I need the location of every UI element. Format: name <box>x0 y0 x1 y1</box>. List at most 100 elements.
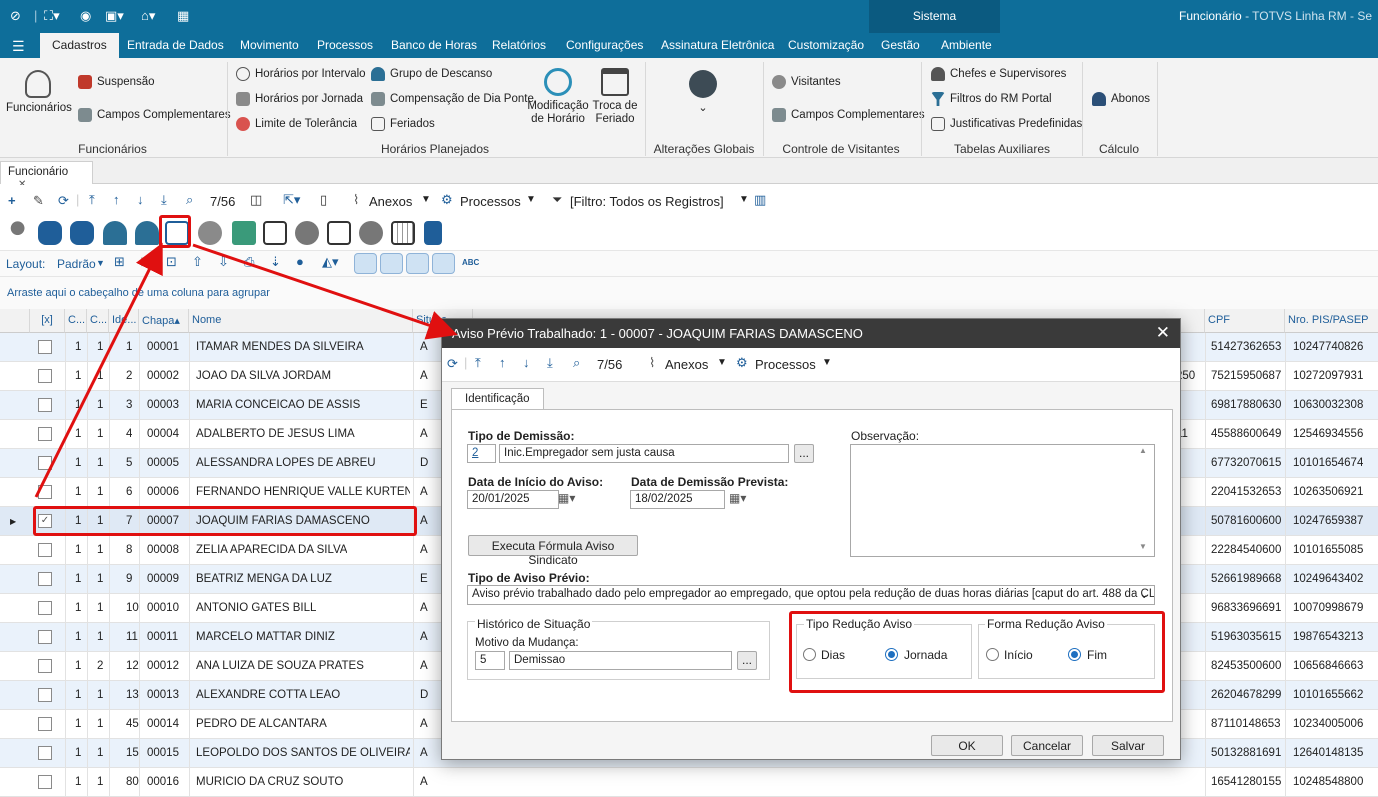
org-chart-icon[interactable]: ⛶▾ <box>44 8 60 24</box>
filter-icon[interactable]: ⏷ <box>552 192 562 208</box>
chevron-down-icon[interactable]: ▼ <box>526 194 536 205</box>
executa-formula-button[interactable]: Executa Fórmula Aviso Sindicato <box>468 535 638 567</box>
home-icon[interactable]: ⌂▾ <box>141 8 155 24</box>
motivo-code-input[interactable]: 5 <box>475 651 505 670</box>
calendar-dropdown-icon[interactable]: ▦▾ <box>558 491 575 505</box>
tipo-demissao-code-input[interactable]: 2 <box>467 444 496 463</box>
tab-customizacao[interactable]: Customização <box>788 38 864 52</box>
justificativas-button[interactable]: Justificativas Predefinidas <box>931 117 1082 131</box>
grid-header-col2[interactable]: C... <box>87 309 109 333</box>
troca-feriado-button[interactable]: Troca de Feriado <box>591 68 639 126</box>
row-checkbox[interactable] <box>38 369 52 383</box>
view-detail-icon[interactable] <box>432 253 455 274</box>
anexos-button[interactable]: Anexos <box>369 194 412 209</box>
tipo-aviso-select[interactable]: Aviso prévio trabalhado dado pelo empreg… <box>467 585 1155 605</box>
chevron-down-icon[interactable]: ▼ <box>717 357 727 368</box>
grid-header-select[interactable]: [x] <box>30 309 65 333</box>
scroll-down-icon[interactable]: ▼ <box>1139 542 1147 551</box>
table-row[interactable]: 1 1 80 00016 MURICIO DA CRUZ SOUTO A 165412801… <box>0 768 1378 797</box>
view-icon[interactable]: ◉ <box>80 8 91 24</box>
grid-header-nome[interactable]: Nome <box>189 309 413 333</box>
visitantes-campos-button[interactable]: Campos Complementares <box>772 108 925 122</box>
feriados-button[interactable]: Feriados <box>371 117 435 131</box>
previous-record-icon[interactable]: ↑ <box>113 192 120 207</box>
people-icon[interactable] <box>295 221 319 245</box>
refresh-icon[interactable]: ⟳ <box>58 193 69 209</box>
save-button[interactable]: Salvar <box>1092 735 1164 756</box>
abonos-button[interactable]: Abonos <box>1092 92 1150 106</box>
tab-banco-de-horas[interactable]: Banco de Horas <box>391 38 477 52</box>
next-record-icon[interactable]: ↓ <box>523 355 530 370</box>
tab-processos[interactable]: Processos <box>317 38 373 52</box>
layout-save-icon[interactable]: ⊡ <box>166 254 177 270</box>
envelope-icon[interactable] <box>232 221 256 245</box>
document-icon[interactable]: ▯ <box>320 192 327 208</box>
grid-icon[interactable]: ▦ <box>177 8 189 24</box>
view-compact-icon[interactable] <box>354 253 377 274</box>
remove-person-icon[interactable] <box>8 221 32 245</box>
motivo-desc-input[interactable]: Demissao <box>509 651 732 670</box>
refresh-icon[interactable]: ⟳ <box>447 356 458 372</box>
campos-complementares-button[interactable]: Campos Complementares <box>78 108 231 122</box>
panel-icon[interactable]: ◫ <box>250 192 262 208</box>
layout-color-icon[interactable]: ● <box>296 254 304 269</box>
suspensao-button[interactable]: Suspensão <box>78 75 155 89</box>
person-add-icon[interactable] <box>359 221 383 245</box>
motivo-lookup-button[interactable]: ... <box>737 651 757 670</box>
tab-configuracoes[interactable]: Configurações <box>566 38 643 52</box>
filtros-rm-portal-button[interactable]: Filtros do RM Portal <box>931 92 1052 106</box>
close-icon[interactable]: ✕ <box>1156 323 1170 343</box>
person-x-icon[interactable] <box>198 221 222 245</box>
export-icon[interactable]: ⇱▾ <box>283 192 300 208</box>
alteracoes-globais-button[interactable]: ⌄ <box>683 70 723 115</box>
chevron-down-icon[interactable]: ▼ <box>421 194 431 205</box>
tab-gestao[interactable]: Gestão <box>881 38 920 52</box>
add-icon[interactable]: + <box>8 193 16 208</box>
tipo-demissao-desc-input[interactable]: Inic.Empregador sem justa causa <box>499 444 789 463</box>
dialog-anexos-button[interactable]: Anexos <box>665 357 708 372</box>
search-icon[interactable]: ⌕ <box>573 355 580 371</box>
row-checkbox[interactable] <box>38 775 52 789</box>
tab-identificacao[interactable]: Identificação <box>451 388 544 410</box>
table-icon[interactable] <box>391 221 415 245</box>
tab-entrada-de-dados[interactable]: Entrada de Dados <box>127 38 224 52</box>
dialog-processos-button[interactable]: Processos <box>755 357 816 372</box>
cancel-button[interactable]: Cancelar <box>1011 735 1083 756</box>
monitor-person-icon[interactable] <box>327 221 351 245</box>
layout-add-icon[interactable]: ⊞ <box>114 254 125 270</box>
view-header-icon[interactable] <box>406 253 429 274</box>
chevron-down-icon[interactable]: ▼ <box>822 357 832 368</box>
observacao-textarea[interactable] <box>850 444 1155 557</box>
tab-cadastros[interactable]: Cadastros <box>40 33 119 58</box>
totvs-logo-icon[interactable]: ⊘ <box>10 8 21 24</box>
data-demissao-input[interactable]: 18/02/2025 <box>630 490 725 509</box>
window-icon[interactable]: ▣▾ <box>105 8 124 24</box>
umbrella-icon[interactable] <box>103 221 127 245</box>
last-record-icon[interactable]: ⤓ <box>161 192 167 208</box>
horarios-intervalo-button[interactable]: Horários por Intervalo <box>236 67 366 81</box>
document-stack-icon[interactable] <box>424 221 442 245</box>
row-checkbox[interactable] <box>38 659 52 673</box>
book-icon[interactable]: ▥ <box>754 192 766 208</box>
row-checkbox[interactable] <box>38 572 52 586</box>
tab-relatorios[interactable]: Relatórios <box>492 38 546 52</box>
app-menu-icon[interactable]: ☰ <box>12 38 25 55</box>
layout-download-icon[interactable]: ⇩ <box>218 254 229 270</box>
grid-header-col1[interactable]: C... <box>65 309 87 333</box>
grid-header-pis[interactable]: Nro. PIS/PASEP <box>1285 309 1378 333</box>
calendar-dropdown-icon[interactable]: ▦▾ <box>729 491 746 505</box>
compensacao-dia-ponte-button[interactable]: Compensação de Dia Ponte <box>371 92 534 106</box>
view-split-icon[interactable] <box>380 253 403 274</box>
data-inicio-input[interactable]: 20/01/2025 <box>467 490 559 509</box>
row-checkbox[interactable] <box>38 630 52 644</box>
ok-button[interactable]: OK <box>931 735 1003 756</box>
previous-record-icon[interactable]: ↑ <box>499 355 506 370</box>
chefes-supervisores-button[interactable]: Chefes e Supervisores <box>931 67 1066 81</box>
grid-header-chapa[interactable]: Chapa▴ <box>139 309 189 333</box>
grupo-descanso-button[interactable]: Grupo de Descanso <box>371 67 492 81</box>
chevron-down-icon[interactable]: ▼ <box>96 258 105 268</box>
row-checkbox[interactable] <box>38 427 52 441</box>
edit-icon[interactable]: ✎ <box>33 193 44 209</box>
abc-icon[interactable]: ABC <box>462 258 479 267</box>
tab-movimento[interactable]: Movimento <box>240 38 299 52</box>
